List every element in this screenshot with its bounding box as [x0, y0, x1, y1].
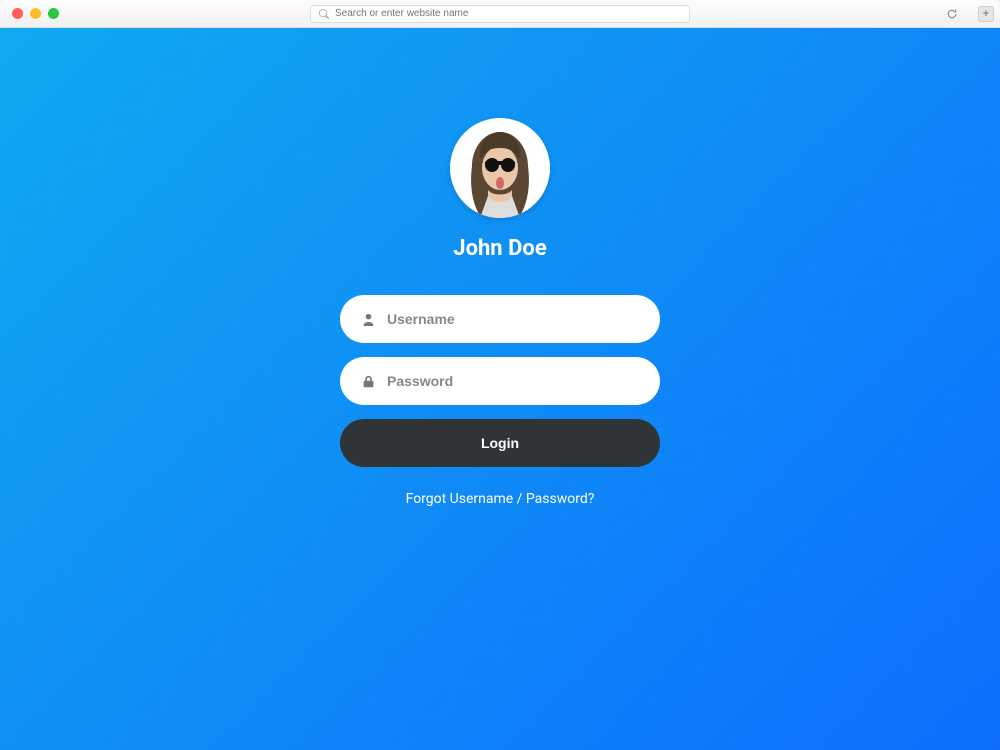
avatar	[450, 118, 550, 218]
page-body: John Doe Login Forgot Username / Passwor…	[0, 28, 1000, 750]
reload-icon	[946, 8, 958, 20]
password-field-wrapper[interactable]	[340, 357, 660, 405]
login-button[interactable]: Login	[340, 419, 660, 467]
username-input[interactable]	[387, 311, 638, 327]
password-input[interactable]	[387, 373, 638, 389]
reload-button[interactable]	[944, 6, 960, 22]
lock-icon	[362, 375, 375, 388]
avatar-image	[450, 118, 550, 218]
user-icon	[362, 313, 375, 326]
login-form: Login	[340, 295, 660, 467]
new-tab-button[interactable]: +	[978, 6, 994, 22]
username-field-wrapper[interactable]	[340, 295, 660, 343]
window-controls	[12, 8, 59, 19]
browser-titlebar: +	[0, 0, 1000, 28]
address-bar[interactable]	[310, 5, 690, 23]
search-icon	[319, 9, 329, 19]
maximize-window-button[interactable]	[48, 8, 59, 19]
minimize-window-button[interactable]	[30, 8, 41, 19]
close-window-button[interactable]	[12, 8, 23, 19]
user-name: John Doe	[453, 236, 546, 261]
address-input[interactable]	[335, 8, 681, 19]
forgot-link[interactable]: Forgot Username / Password?	[406, 491, 595, 507]
